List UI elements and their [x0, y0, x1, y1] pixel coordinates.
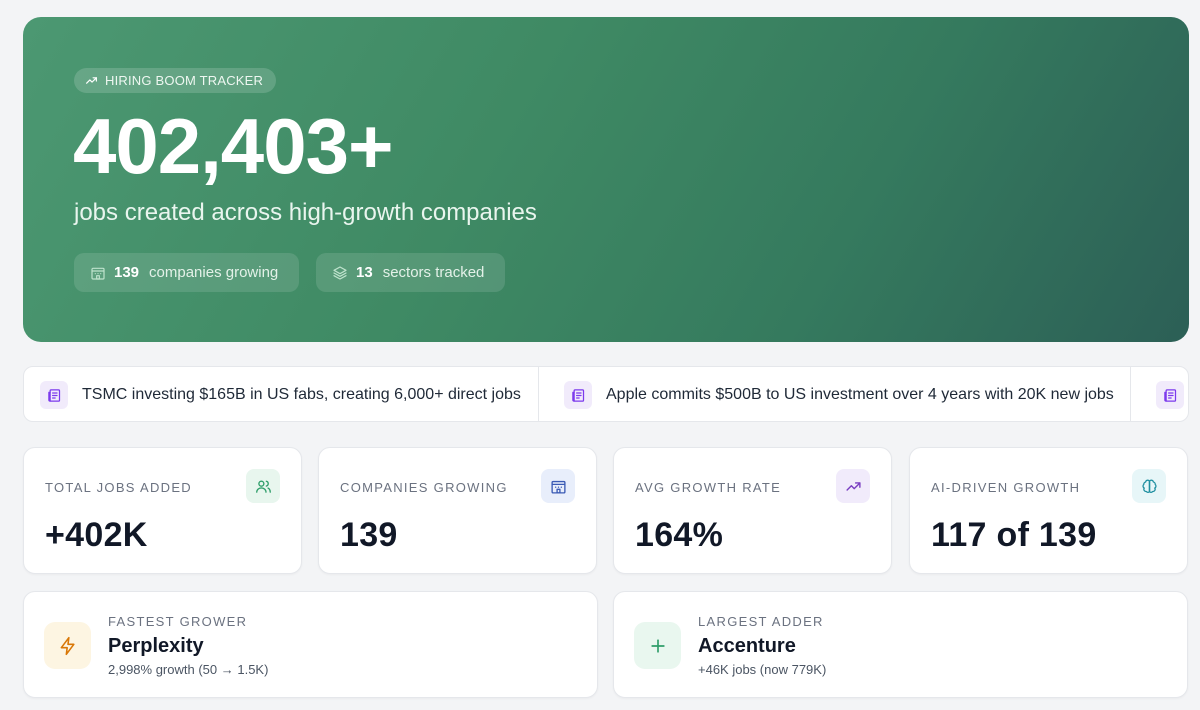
fastest-grower-card[interactable]: FASTEST GROWER Perplexity 2,998% growth …: [23, 591, 598, 698]
stat-value: 164%: [635, 516, 724, 554]
hl-company-name: Accenture: [698, 635, 796, 657]
hl-detail: +46K jobs (now 779K): [698, 662, 827, 677]
stat-label: AVG GROWTH RATE: [635, 480, 782, 495]
building-icon: [91, 267, 105, 280]
largest-adder-card[interactable]: LARGEST ADDER Accenture +46K jobs (now 7…: [613, 591, 1188, 698]
sectors-tracked-count: 13: [356, 264, 373, 281]
building-icon: [550, 480, 566, 494]
users-icon: [255, 480, 271, 493]
ticker-item[interactable]: TSMC investing $165B in US fabs, creatin…: [40, 367, 521, 421]
companies-growing-count: 139: [114, 264, 140, 281]
news-icon-wrap: [564, 381, 592, 409]
trending-up-icon: [86, 77, 97, 84]
news-ticker[interactable]: TSMC investing $165B in US fabs, creatin…: [23, 366, 1189, 422]
stat-card-total-jobs: TOTAL JOBS ADDED +402K: [23, 447, 302, 574]
stat-value: 117 of 139: [931, 516, 1097, 554]
stat-icon-wrap: [246, 469, 280, 503]
hero-badge-label: HIRING BOOM TRACKER: [105, 73, 264, 88]
hero-badge: HIRING BOOM TRACKER: [74, 68, 277, 93]
stat-icon-wrap: [836, 469, 870, 503]
hl-icon-wrap: [634, 622, 681, 669]
trending-up-icon: [845, 481, 861, 491]
stat-value: +402K: [45, 516, 148, 554]
ticker-item-text: TSMC investing $165B in US fabs, creatin…: [82, 386, 521, 403]
stat-card-growth-rate: AVG GROWTH RATE 164%: [613, 447, 892, 574]
lightning-icon: [60, 636, 75, 655]
hl-label: LARGEST ADDER: [698, 614, 824, 629]
hl-company-name: Perplexity: [108, 635, 204, 657]
hero-subtitle: jobs created across high-growth companie…: [74, 199, 537, 226]
ticker-item[interactable]: Apple commits $500B to US investment ove…: [564, 367, 1114, 421]
ticker-divider: [538, 367, 539, 421]
sectors-tracked-pill: 13 sectors tracked: [316, 253, 505, 292]
plus-icon: [650, 638, 665, 653]
hl-detail: 2,998% growth (50 → 1.5K): [108, 662, 269, 677]
newspaper-icon: [1163, 388, 1176, 402]
companies-growing-label: companies growing: [149, 264, 279, 281]
hero-banner: HIRING BOOM TRACKER 402,403+ jobs create…: [23, 17, 1189, 342]
ticker-divider: [1130, 367, 1131, 421]
stat-icon-wrap: [541, 469, 575, 503]
stat-card-ai-driven: AI-DRIVEN GROWTH 117 of 139: [909, 447, 1188, 574]
companies-growing-pill: 139 companies growing: [74, 253, 299, 292]
hero-total-jobs: 402,403+: [73, 102, 394, 190]
stat-icon-wrap: [1132, 469, 1166, 503]
stat-card-companies: COMPANIES GROWING 139: [318, 447, 597, 574]
ticker-item-text: Apple commits $500B to US investment ove…: [606, 386, 1114, 403]
ticker-item-partial[interactable]: [1156, 367, 1184, 421]
news-icon-wrap: [1156, 381, 1184, 409]
layers-icon: [333, 265, 347, 280]
stat-label: TOTAL JOBS ADDED: [45, 480, 192, 495]
stat-label: AI-DRIVEN GROWTH: [931, 480, 1081, 495]
brain-icon: [1141, 479, 1157, 493]
news-icon-wrap: [40, 381, 68, 409]
sectors-tracked-label: sectors tracked: [382, 264, 485, 281]
stat-label: COMPANIES GROWING: [340, 480, 508, 495]
newspaper-icon: [571, 388, 584, 402]
hl-label: FASTEST GROWER: [108, 614, 248, 629]
hl-icon-wrap: [44, 622, 91, 669]
newspaper-icon: [47, 388, 60, 402]
stat-value: 139: [340, 516, 398, 554]
